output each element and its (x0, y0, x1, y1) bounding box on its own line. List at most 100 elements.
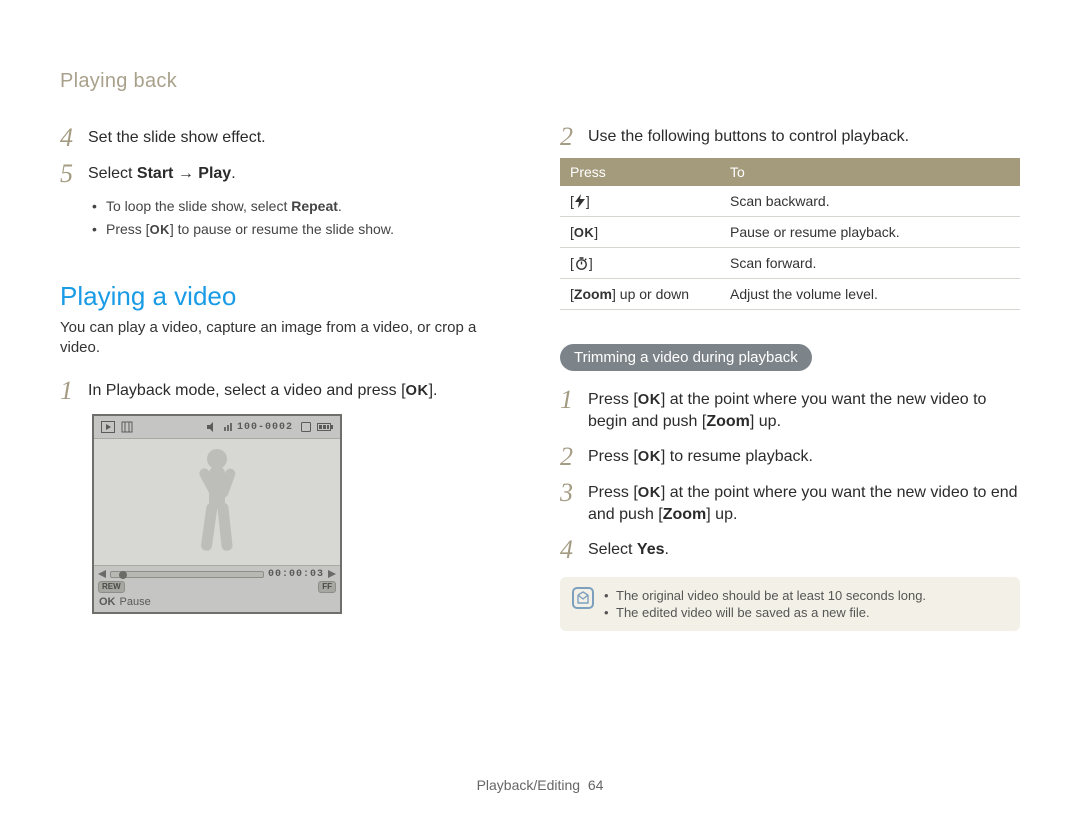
breadcrumb: Playing back (60, 70, 520, 93)
table-header-row: Press To (560, 158, 1020, 186)
table-header-to: To (720, 158, 1020, 186)
timer-icon: [] (570, 255, 593, 271)
step-text: In Playback mode, select a video and pre… (88, 376, 437, 402)
footer-section: Playback/Editing (477, 777, 581, 793)
film-icon (121, 421, 133, 433)
press-cell: [] (560, 248, 720, 279)
step-text: Press [OK] to resume playback. (588, 442, 813, 468)
right-column: 2 Use the following buttons to control p… (560, 70, 1020, 631)
controls-table: Press To [] Scan backward. [OK] Pause or… (560, 158, 1020, 310)
text: Press [ (588, 484, 638, 501)
bold-play: Play (198, 165, 231, 182)
ff-chip: FF (318, 581, 336, 593)
zoom-label: Zoom (574, 286, 612, 302)
bullet: To loop the slide show, select Repeat. (92, 195, 520, 218)
preview-footer: OKPause (94, 594, 340, 612)
bold-zoom: Zoom (706, 413, 750, 430)
footer-page-number: 64 (588, 777, 604, 793)
ff-triangle-icon (328, 570, 336, 580)
step-number: 3 (560, 478, 588, 506)
progress-bar (110, 571, 264, 578)
table-row: [] Scan backward. (560, 186, 1020, 217)
text: . (338, 198, 342, 214)
trim-step-3: 3 Press [OK] at the point where you want… (560, 478, 1020, 527)
text: . (231, 165, 235, 182)
step-number: 2 (560, 122, 588, 150)
text: ]. (429, 382, 438, 399)
note-list: The original video should be at least 10… (604, 587, 926, 621)
text: Press [ (588, 448, 638, 465)
text: Press [ (588, 391, 638, 408)
text: . (665, 541, 669, 558)
playback-step-2: 2 Use the following buttons to control p… (560, 122, 1020, 150)
ok-icon: OK (574, 225, 594, 240)
step-number: 5 (60, 159, 88, 187)
flash-icon: [] (570, 193, 590, 209)
table-row: [OK] Pause or resume playback. (560, 217, 1020, 248)
step-5-bullets: To loop the slide show, select Repeat. P… (92, 195, 520, 241)
bold-zoom: Zoom (663, 506, 707, 523)
speaker-icon (207, 422, 219, 432)
video-step-1: 1 In Playback mode, select a video and p… (60, 376, 520, 404)
trim-step-2: 2 Press [OK] to resume playback. (560, 442, 1020, 470)
desc-cell: Scan forward. (720, 248, 1020, 279)
ok-label: OK (99, 596, 116, 608)
rew-chip: REW (98, 581, 125, 593)
step-number: 4 (60, 123, 88, 151)
image-counter: 100-0002 (237, 422, 293, 433)
press-cell: [OK] (560, 217, 720, 248)
table-row: [Zoom] up or down Adjust the volume leve… (560, 279, 1020, 310)
step-5: 5 Select Start → Play. (60, 159, 520, 187)
desc-cell: Scan backward. (720, 186, 1020, 217)
memory-icon (301, 422, 311, 432)
text: ] to resume playback. (661, 448, 813, 465)
page-footer: Playback/Editing 64 (0, 777, 1080, 793)
preview-scene (94, 438, 340, 566)
text: Select (88, 165, 137, 182)
step-4: 4 Set the slide show effect. (60, 123, 520, 151)
step-text: Use the following buttons to control pla… (588, 122, 909, 148)
zoom-label-post: up or down (616, 286, 689, 302)
subsection-pill: Trimming a video during playback (560, 344, 812, 371)
section-title: Playing a video (60, 281, 520, 312)
play-mode-icon (101, 421, 115, 433)
bold-start: Start (137, 165, 173, 182)
bold-yes: Yes (637, 541, 665, 558)
text: ] up. (750, 413, 781, 430)
note-item: The original video should be at least 10… (604, 587, 926, 604)
volume-bars-icon (224, 423, 232, 431)
trim-step-1: 1 Press [OK] at the point where you want… (560, 385, 1020, 434)
desc-cell: Pause or resume playback. (720, 217, 1020, 248)
rew-triangle-icon (98, 570, 106, 580)
press-cell: [Zoom] up or down (560, 279, 720, 310)
desc-cell: Adjust the volume level. (720, 279, 1020, 310)
text: ] up. (706, 506, 737, 523)
text: Select (588, 541, 637, 558)
press-cell: [] (560, 186, 720, 217)
step-number: 4 (560, 535, 588, 563)
bullet: Press [OK] to pause or resume the slide … (92, 218, 520, 241)
step-text: Select Start → Play. (88, 159, 236, 185)
person-silhouette-icon (177, 441, 257, 561)
ok-icon: OK (638, 449, 661, 465)
ok-icon: OK (638, 485, 661, 501)
text: Press [ (106, 221, 150, 237)
note-icon (572, 587, 594, 609)
ok-icon: OK (406, 383, 429, 399)
left-column: Playing back 4 Set the slide show effect… (60, 70, 520, 631)
video-preview: 100-0002 (92, 414, 342, 614)
progress-handle-icon (119, 571, 127, 579)
trim-step-4: 4 Select Yes. (560, 535, 1020, 563)
step-text: Select Yes. (588, 535, 669, 561)
ok-icon: OK (638, 392, 661, 408)
battery-icon (317, 423, 333, 431)
arrow-icon: → (173, 165, 198, 182)
preview-chips-row: REW FF (94, 581, 340, 594)
timecode: 00:00:03 (268, 569, 324, 580)
step-text: Press [OK] at the point where you want t… (588, 385, 1020, 434)
note-box: The original video should be at least 10… (560, 577, 1020, 631)
step-number: 1 (560, 385, 588, 413)
text: In Playback mode, select a video and pre… (88, 382, 406, 399)
note-item: The edited video will be saved as a new … (604, 604, 926, 621)
step-text: Set the slide show effect. (88, 123, 266, 149)
